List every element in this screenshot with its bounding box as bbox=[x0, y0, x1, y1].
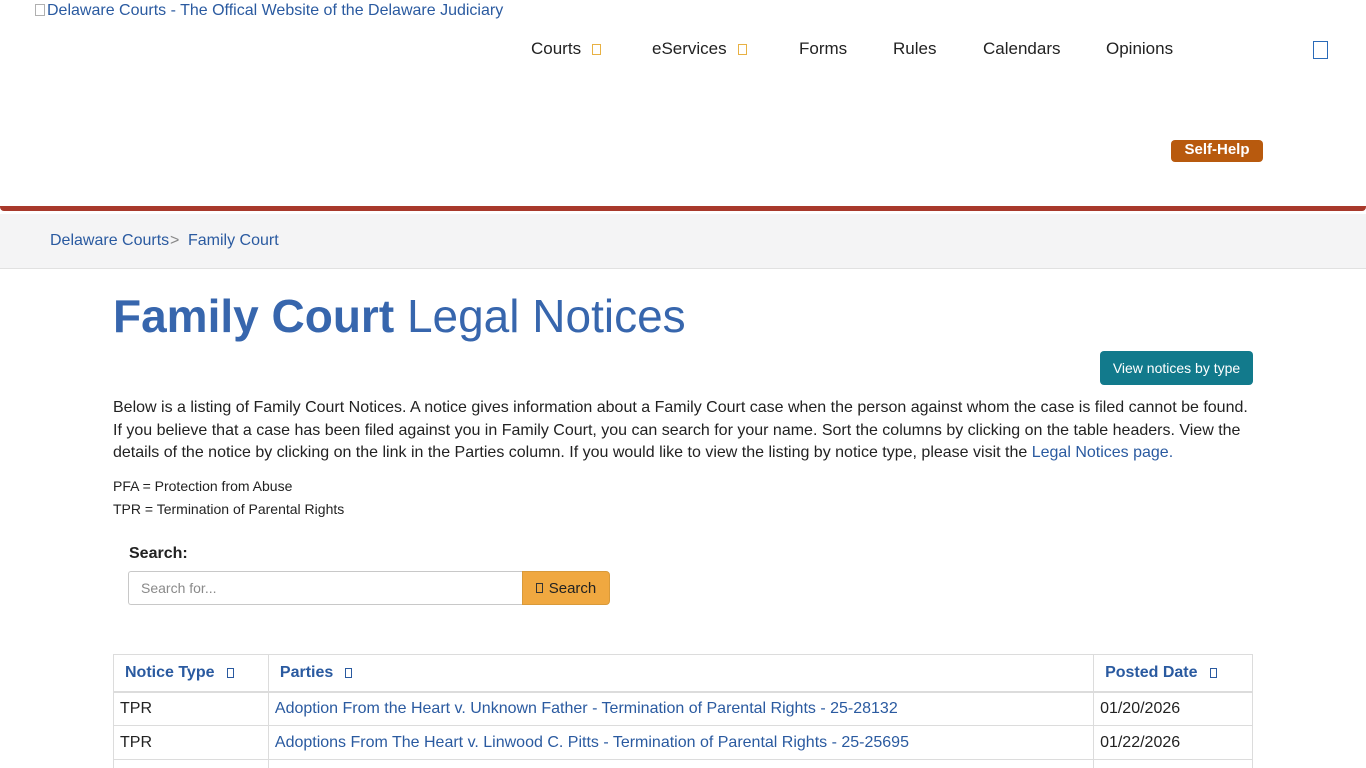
parties-link[interactable]: Adoptions From The Heart v. Linwood C. P… bbox=[275, 734, 909, 751]
page-title: Family Court Legal Notices bbox=[113, 290, 686, 342]
search-icon[interactable] bbox=[1313, 41, 1328, 59]
breadcrumb: Delaware Courts > Family Court bbox=[0, 214, 1366, 269]
table-row: TPR Adoptions From The Heart v. Linwood … bbox=[113, 725, 1253, 760]
nav-label: eServices bbox=[652, 39, 727, 58]
broken-image-icon bbox=[35, 4, 45, 16]
breadcrumb-item-family-court[interactable]: Family Court bbox=[188, 232, 279, 250]
table-header-row: Notice Type Parties Posted Date bbox=[113, 654, 1253, 693]
table-row bbox=[113, 759, 1253, 768]
column-header-parties[interactable]: Parties bbox=[267, 654, 1095, 693]
abbreviation-tpr: TPR = Termination of Parental Rights bbox=[113, 501, 345, 517]
sort-icon bbox=[345, 667, 353, 678]
cell-empty bbox=[1093, 759, 1253, 768]
nav-label: Rules bbox=[893, 39, 937, 58]
intro-paragraph: Below is a listing of Family Court Notic… bbox=[113, 397, 1258, 465]
nav-label: Courts bbox=[531, 39, 582, 58]
cell-parties: Adoption From the Heart v. Unknown Fathe… bbox=[267, 691, 1095, 726]
cell-notice-type: TPR bbox=[113, 691, 269, 726]
nav-item-courts[interactable]: Courts bbox=[531, 39, 602, 59]
breadcrumb-item-home[interactable]: Delaware Courts bbox=[50, 232, 169, 250]
chevron-down-icon bbox=[737, 43, 747, 55]
cell-parties: Adoptions From The Heart v. Linwood C. P… bbox=[267, 725, 1095, 760]
search-button-label: Search bbox=[548, 579, 597, 597]
cell-posted-date: 01/20/2026 bbox=[1093, 691, 1253, 726]
column-label: Parties bbox=[279, 663, 334, 681]
cell-empty bbox=[267, 759, 1095, 768]
self-help-button[interactable]: Self-Help bbox=[1171, 140, 1263, 162]
sort-icon bbox=[1209, 667, 1217, 678]
nav-label: Calendars bbox=[983, 39, 1061, 58]
cell-notice-type: TPR bbox=[113, 725, 269, 760]
nav-label: Forms bbox=[799, 39, 848, 58]
sort-icon bbox=[226, 667, 234, 678]
column-label: Posted Date bbox=[1105, 663, 1198, 681]
column-header-notice-type[interactable]: Notice Type bbox=[113, 654, 269, 693]
chevron-down-icon bbox=[592, 43, 602, 55]
breadcrumb-separator: > bbox=[170, 232, 180, 249]
nav-item-rules[interactable]: Rules bbox=[893, 39, 936, 59]
search-button[interactable]: Search bbox=[522, 571, 610, 605]
cell-empty bbox=[113, 759, 269, 768]
header-divider bbox=[0, 206, 1366, 211]
nav-item-calendars[interactable]: Calendars bbox=[983, 39, 1061, 59]
column-label: Notice Type bbox=[125, 663, 215, 681]
nav-item-eservices[interactable]: eServices bbox=[652, 39, 747, 59]
search-input[interactable] bbox=[128, 571, 523, 605]
column-header-posted-date[interactable]: Posted Date bbox=[1093, 654, 1253, 693]
parties-link[interactable]: Adoption From the Heart v. Unknown Fathe… bbox=[275, 700, 898, 717]
logo-alt-text: Delaware Courts - The Offical Website of… bbox=[47, 2, 504, 19]
cell-posted-date: 01/22/2026 bbox=[1093, 725, 1253, 760]
search-label: Search: bbox=[129, 545, 188, 562]
table-row: TPR Adoption From the Heart v. Unknown F… bbox=[113, 691, 1253, 726]
legal-notices-link[interactable]: Legal Notices page. bbox=[1032, 444, 1173, 461]
search-icon bbox=[535, 583, 543, 593]
nav-item-opinions[interactable]: Opinions bbox=[1106, 39, 1173, 59]
view-notices-by-type-button[interactable]: View notices by type bbox=[1100, 351, 1253, 385]
nav-label: Opinions bbox=[1106, 39, 1174, 58]
abbreviation-pfa: PFA = Protection from Abuse bbox=[113, 478, 293, 494]
site-logo[interactable]: Delaware Courts - The Offical Website of… bbox=[35, 2, 503, 20]
page-title-strong: Family Court bbox=[113, 290, 395, 342]
main-nav: Courts eServices Forms Rules Calendars O… bbox=[0, 39, 1366, 61]
nav-item-forms[interactable]: Forms bbox=[799, 39, 847, 59]
page-title-rest: Legal Notices bbox=[406, 290, 686, 342]
notices-table: Notice Type Parties Posted Date TPR Adop… bbox=[113, 654, 1253, 768]
